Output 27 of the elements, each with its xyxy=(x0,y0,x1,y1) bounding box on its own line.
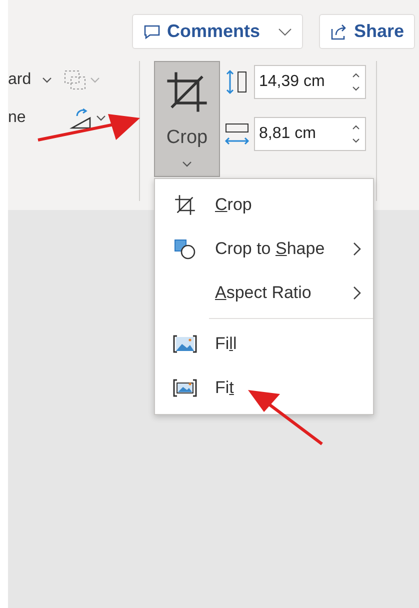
crop-icon xyxy=(165,70,209,114)
fit-picture-icon xyxy=(173,378,197,398)
spinner-arrows-icon xyxy=(351,71,361,93)
caret-icon xyxy=(96,115,106,121)
width-icon xyxy=(224,121,250,147)
shape-crop-icon xyxy=(174,238,196,260)
group-objects-icon xyxy=(62,68,88,92)
spinner-arrows-icon xyxy=(351,123,361,145)
menu-item[interactable]: Crop to Shape xyxy=(155,227,373,271)
share-button[interactable]: Share xyxy=(319,14,416,49)
menu-item[interactable]: Aspect Ratio xyxy=(155,271,373,315)
menu-item[interactable]: Fill xyxy=(155,322,373,366)
ribbon-label[interactable]: ard xyxy=(8,68,42,92)
comment-icon xyxy=(143,24,161,40)
spin-field[interactable]: 14,39 cm xyxy=(254,65,366,99)
comments-button[interactable]: Comments xyxy=(132,14,304,49)
fill-picture-icon xyxy=(173,334,197,354)
ribbon-label[interactable]: ne xyxy=(8,106,42,130)
spin-field[interactable]: 8,81 cm xyxy=(254,117,366,151)
crop-button[interactable]: Crop xyxy=(154,61,220,177)
caret-icon xyxy=(90,77,100,83)
share-icon xyxy=(330,22,348,40)
dropdown-caret-icon xyxy=(182,160,192,166)
caret-icon xyxy=(42,77,52,83)
crop-icon xyxy=(174,194,196,216)
menu-item[interactable]: Fit xyxy=(155,366,373,410)
menu-item[interactable]: Crop xyxy=(155,183,373,227)
